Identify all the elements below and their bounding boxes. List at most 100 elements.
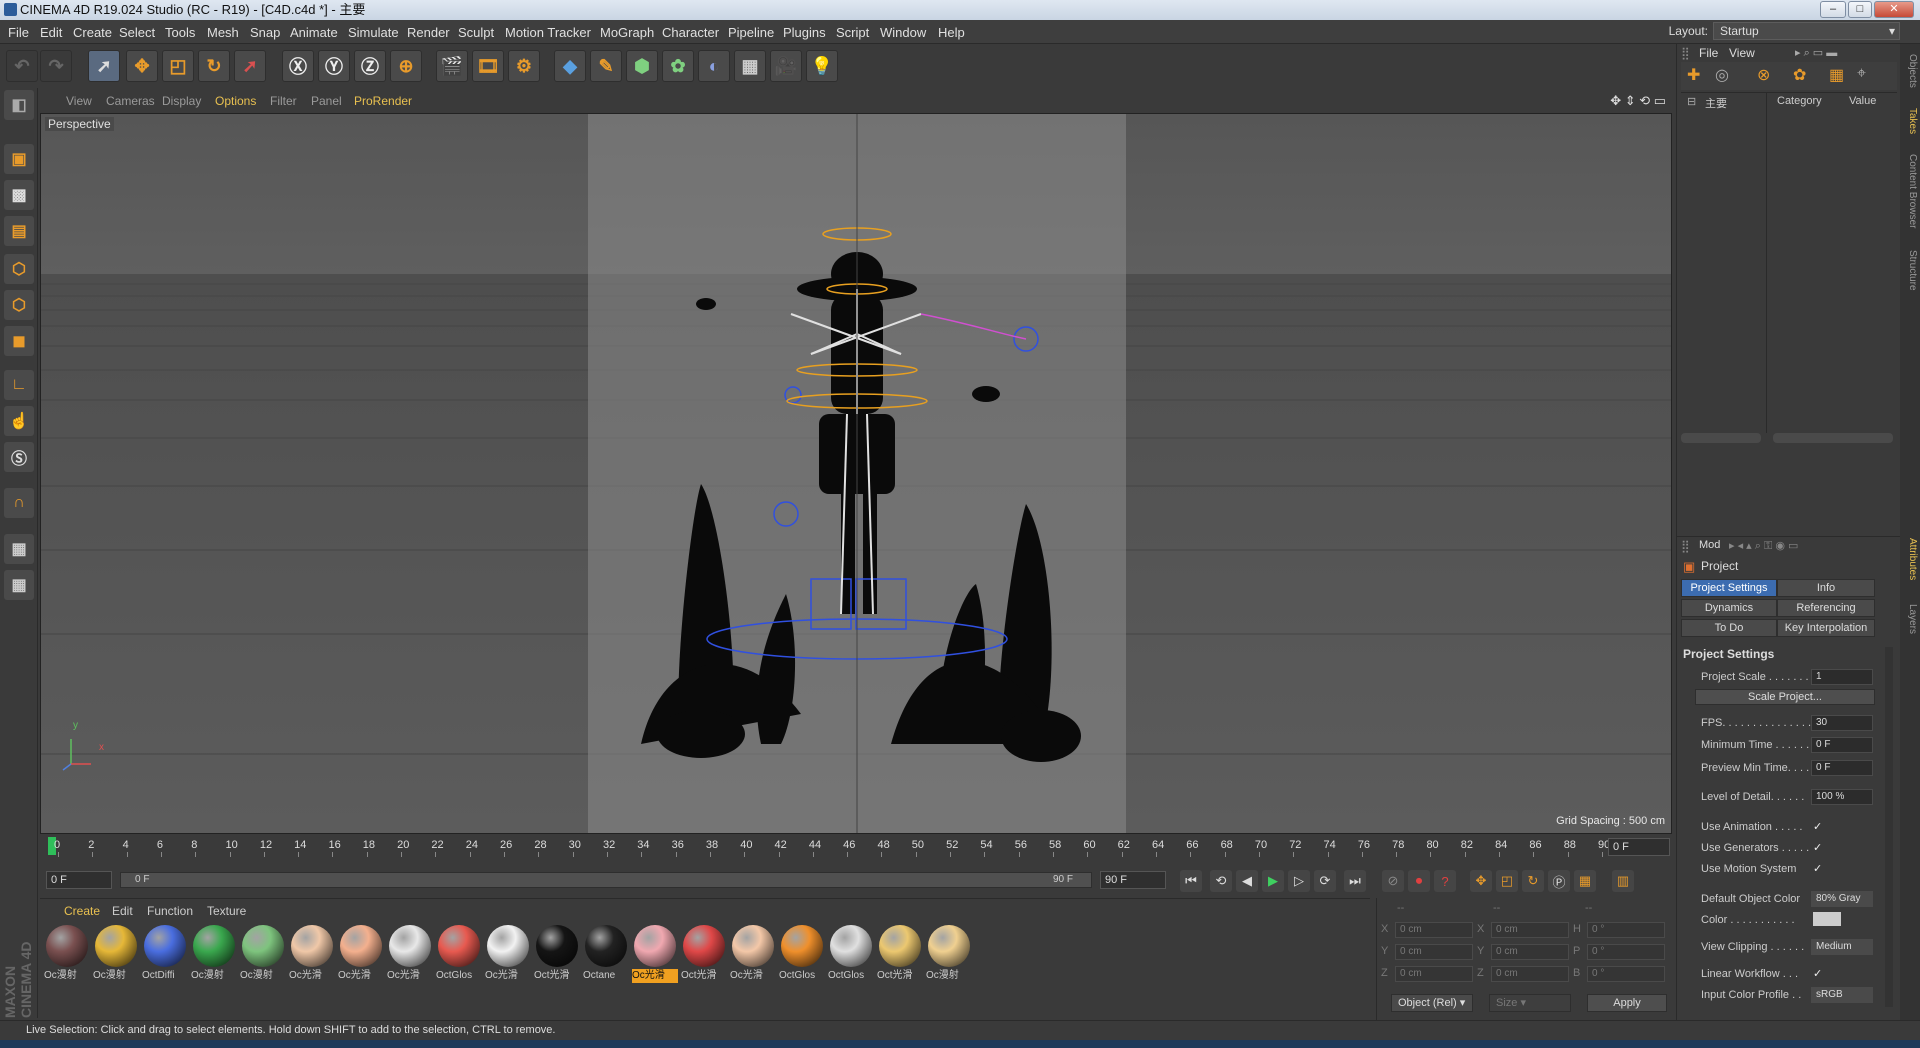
menu-help[interactable]: Help [938,25,965,40]
coord-size-select[interactable]: Size ▾ [1489,994,1571,1012]
workplane-mode-icon[interactable]: ▤ [4,216,34,246]
play-icon[interactable]: ▶ [1262,870,1284,892]
viewport[interactable]: Perspective y x Grid Spacing : 500 cm [40,113,1672,834]
tab-dynamics[interactable]: Dynamics [1681,599,1777,617]
move-icon[interactable]: ✥ [126,50,158,82]
objects-menu-file[interactable]: File [1699,46,1718,60]
redo-icon[interactable]: ↷ [40,50,72,82]
coord-field[interactable]: 0 cm [1395,922,1473,938]
filter-icon[interactable]: ⌖ [1857,65,1866,83]
viewport-menu-display[interactable]: Display [162,94,201,108]
material-item[interactable]: Oct光滑 [681,925,727,985]
coord-field[interactable]: 0 cm [1395,944,1473,960]
material-item[interactable]: Oct光滑 [877,925,923,985]
coord-field[interactable]: 0 cm [1491,966,1569,982]
menu-animate[interactable]: Animate [290,25,338,40]
viewport-navigation-icons[interactable]: ✥ ⇕ ⟲ ▭ [1610,93,1666,109]
x-axis-icon[interactable]: Ⓧ [282,50,314,82]
layout-select[interactable]: Startup ▾ [1713,22,1900,40]
menu-mesh[interactable]: Mesh [207,25,239,40]
menu-sculpt[interactable]: Sculpt [458,25,494,40]
cloner-icon[interactable]: ✿ [662,50,694,82]
edges-mode-icon[interactable]: ⬡ [4,290,34,320]
material-item[interactable]: Oc光滑 [387,925,433,985]
magnet-icon[interactable]: ∩ [4,488,34,518]
material-item[interactable]: Oc漫射 [240,925,286,985]
menu-tools[interactable]: Tools [165,25,195,40]
menu-plugins[interactable]: Plugins [783,25,826,40]
linear-workflow-checkbox[interactable]: ✓ [1813,967,1822,980]
menu-mograph[interactable]: MoGraph [600,25,654,40]
rotate-icon[interactable]: ↻ [198,50,230,82]
side-tab-content-browser[interactable]: Content Browser [1902,154,1918,228]
side-tab-objects[interactable]: Objects [1902,54,1918,88]
viewport-menu-panel[interactable]: Panel [311,94,342,108]
camera-icon[interactable]: 🎥 [770,50,802,82]
material-item[interactable]: Oc漫射 [44,925,90,985]
camera-label[interactable]: Perspective [45,117,114,131]
axis-mode-icon[interactable]: ∟ [4,370,34,400]
cube-icon[interactable]: ◆ [554,50,586,82]
tab-project-settings[interactable]: Project Settings [1681,579,1777,597]
apply-button[interactable]: Apply [1587,994,1667,1012]
objects-list[interactable]: ⊟ 主要 Category Value [1681,92,1897,452]
color-swatch[interactable] [1813,912,1841,926]
start-frame-field[interactable]: 0 F [46,871,112,889]
current-frame-field[interactable]: 0 F [1608,838,1670,856]
material-item[interactable]: Oc光滑 [730,925,776,985]
menu-create[interactable]: Create [73,25,112,40]
undo-icon[interactable]: ↶ [6,50,38,82]
coord-field[interactable]: 0 cm [1491,922,1569,938]
input-profile-select[interactable]: sRGB [1811,987,1873,1003]
material-item[interactable]: Oc光滑 [485,925,531,985]
timeline-ruler[interactable]: 0 2 4 6 8 10 12 14 16 18 20 22 24 26 28 30 32 34 36 38 40 42 4… [40,836,1676,858]
record-keys-icon[interactable]: ⊘ [1382,870,1404,892]
side-tab-structure[interactable]: Structure [1902,250,1918,291]
viewport-menu-prorender[interactable]: ProRender [354,94,412,108]
y-axis-icon[interactable]: Ⓨ [318,50,350,82]
objects-menu-view[interactable]: View [1729,46,1755,60]
material-item[interactable]: Oc漫射 [926,925,972,985]
view-clipping-select[interactable]: Medium [1811,939,1873,955]
menu-select[interactable]: Select [119,25,155,40]
render-picture-viewer-icon[interactable]: 🎞 [472,50,504,82]
menu-simulate[interactable]: Simulate [348,25,399,40]
tab-info[interactable]: Info [1777,579,1875,597]
coord-field[interactable]: 0 ° [1587,944,1665,960]
autokey-icon[interactable]: ⏺ [1408,870,1430,892]
minimize-button[interactable]: – [1820,1,1846,18]
horizontal-scrollbar-left[interactable] [1681,433,1761,443]
menu-window[interactable]: Window [880,25,926,40]
layer-icon[interactable]: ◎ [1715,65,1729,85]
attributes-mode-menu[interactable]: Mod [1699,539,1720,551]
menu-script[interactable]: Script [836,25,869,40]
material-item[interactable]: Oc漫射 [93,925,139,985]
default-color-select[interactable]: 80% Gray [1811,891,1873,907]
tab-key-interpolation[interactable]: Key Interpolation [1777,619,1875,637]
viewport-menu-view[interactable]: View [66,94,92,108]
coord-mode-select[interactable]: Object (Rel) ▾ [1391,994,1473,1012]
use-animation-checkbox[interactable]: ✓ [1813,820,1822,833]
lod-field[interactable]: 100 % [1811,789,1873,805]
horizontal-scrollbar-right[interactable] [1773,433,1893,443]
next-key-icon[interactable]: ⟳ [1314,870,1336,892]
goto-end-icon[interactable]: ⏭ [1344,870,1366,892]
add-tag-icon[interactable]: ✚ [1687,65,1700,85]
menu-character[interactable]: Character [662,25,719,40]
prev-frame-icon[interactable]: ◀ [1236,870,1258,892]
material-menu-function[interactable]: Function [147,904,193,918]
texture-mode-icon[interactable]: ▩ [4,180,34,210]
menu-motion-tracker[interactable]: Motion Tracker [505,25,591,40]
floor-icon[interactable]: ▦ [734,50,766,82]
material-menu-edit[interactable]: Edit [112,904,133,918]
tweak-mode-icon[interactable]: ☝ [4,406,34,436]
prev-key-icon[interactable]: ⟲ [1210,870,1232,892]
light-icon[interactable]: 💡 [806,50,838,82]
attributes-nav-icons[interactable]: ▸ ◂ ▴ ⌕ ⚿ ◉ ▭ [1729,539,1798,553]
root-name[interactable]: 主要 [1705,95,1727,111]
menu-render[interactable]: Render [407,25,450,40]
points-mode-icon[interactable]: ⬡ [4,254,34,284]
deformer-icon[interactable]: ◐ [698,50,730,82]
coord-field[interactable]: 0 cm [1491,944,1569,960]
material-item[interactable]: Oc光滑 [632,925,678,985]
